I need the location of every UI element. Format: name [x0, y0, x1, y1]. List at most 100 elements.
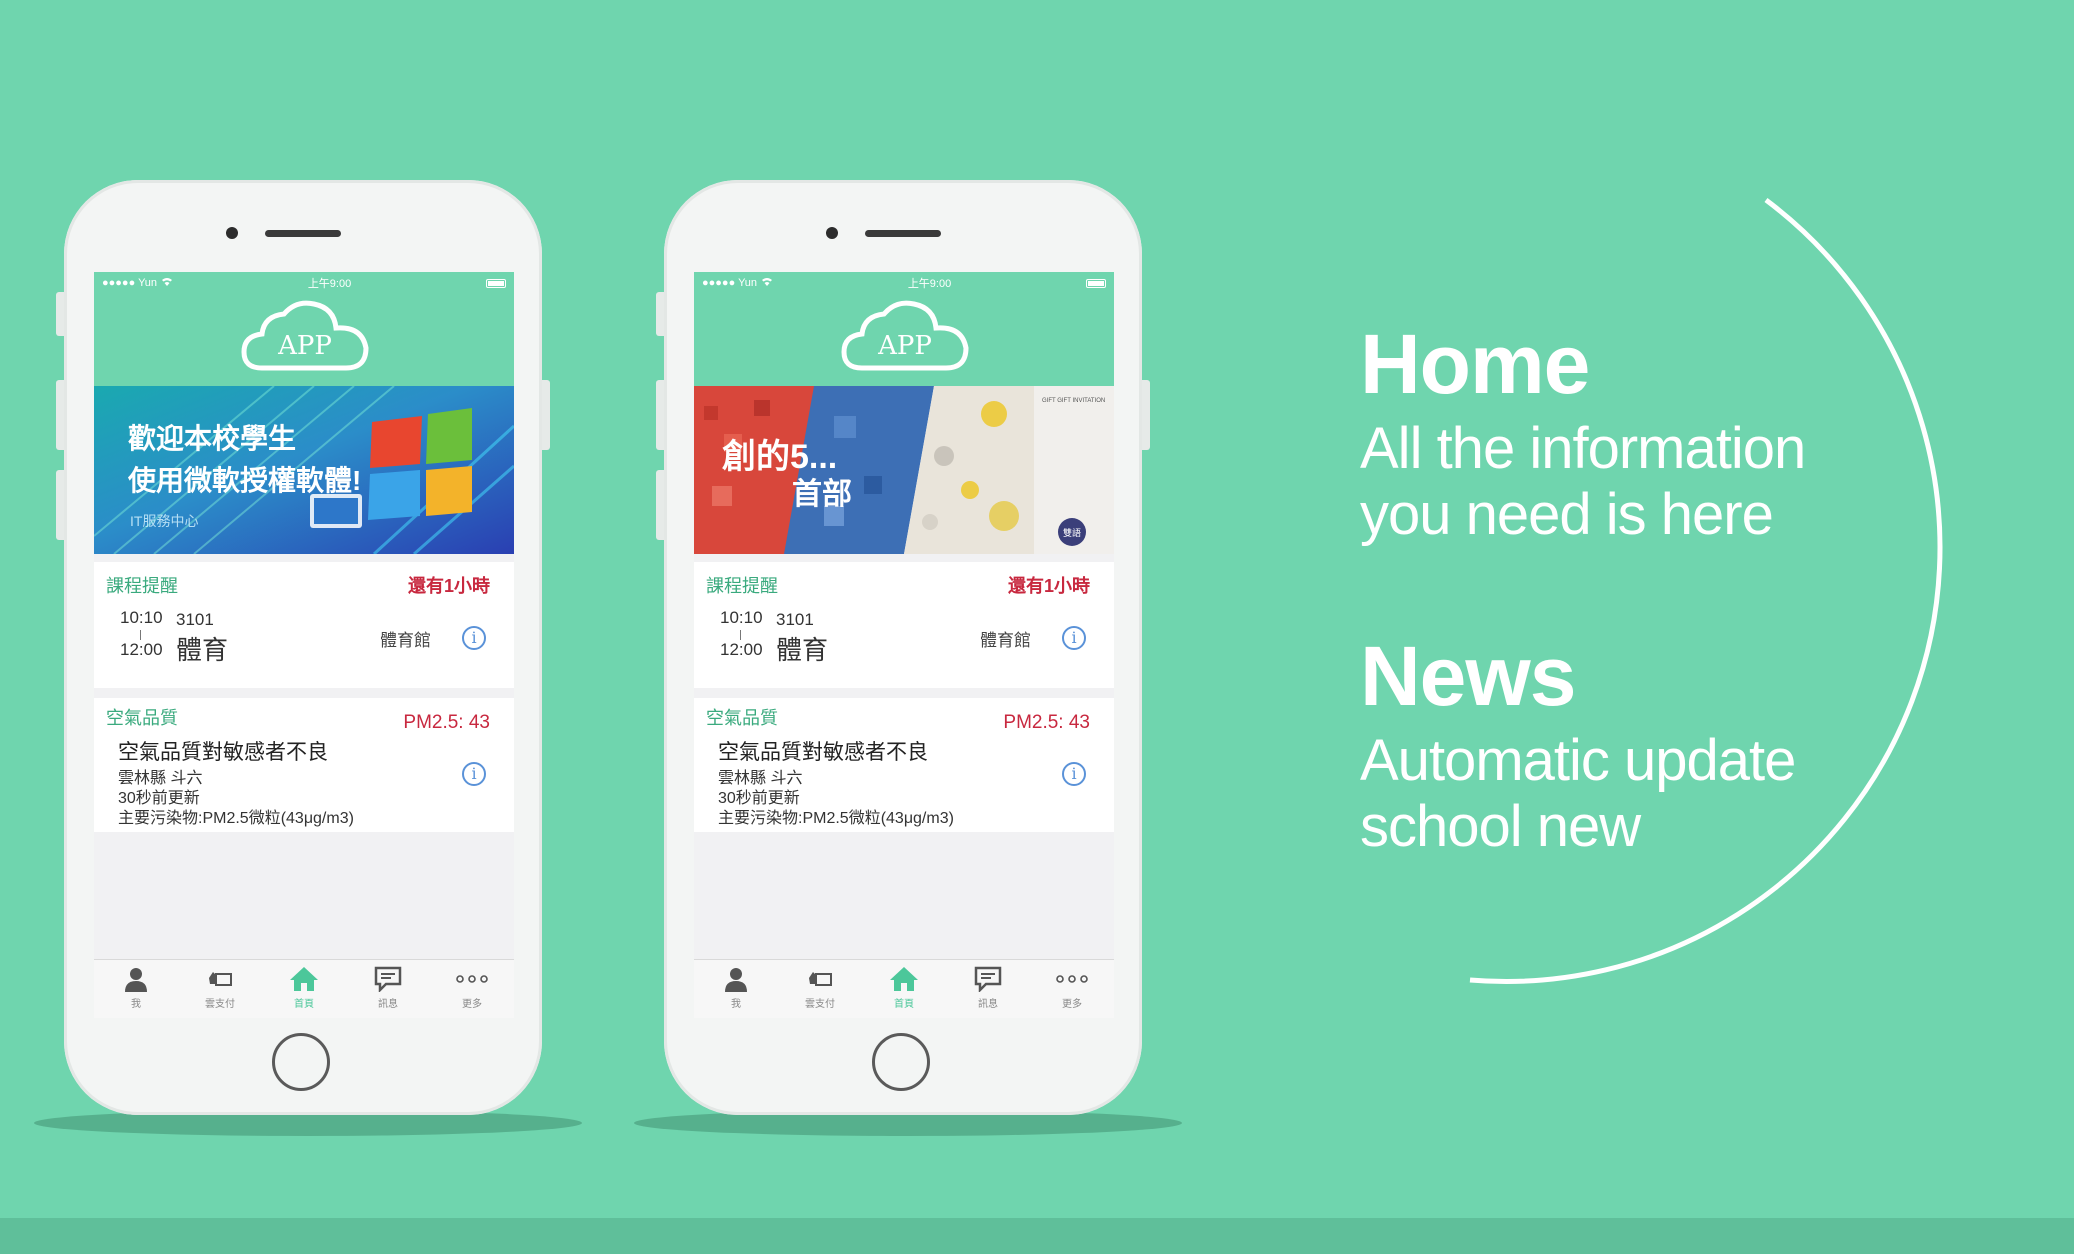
- tab-label: 我: [731, 999, 741, 1010]
- tab-label: 首頁: [294, 999, 314, 1010]
- tab-home[interactable]: 首頁: [874, 960, 934, 1010]
- message-icon: [974, 966, 1002, 992]
- tab-label: 訊息: [378, 999, 398, 1010]
- home-button[interactable]: [272, 1033, 330, 1091]
- banner-line-1: 歡迎本校學生: [128, 422, 296, 454]
- tab-me[interactable]: 我: [106, 960, 166, 1010]
- course-reminder-card[interactable]: 課程提醒 還有1小時 10:10 12:00 3101 體育 體育館 i: [694, 562, 1114, 688]
- cloud-logo-icon: APP: [241, 300, 369, 371]
- clock: 上午9:00: [907, 278, 952, 290]
- app-screen: ●●●●● Yun 上午9:00 APP: [694, 272, 1114, 1018]
- home-icon: [290, 967, 318, 991]
- news-line-2: school new: [1360, 794, 1641, 859]
- time-divider: [740, 630, 741, 640]
- bottom-tab-bar: 我 雲支付 首頁 訊息 更多: [94, 959, 514, 1018]
- clock: 上午9:00: [307, 278, 352, 290]
- course-start-time: 10:10: [720, 608, 763, 627]
- volume-down-button: [656, 470, 664, 540]
- info-icon[interactable]: i: [462, 762, 486, 786]
- bottom-strip: [0, 1218, 2074, 1254]
- tab-cloud-pay[interactable]: 雲支付: [190, 960, 250, 1010]
- banner-line-1: 創的5...: [722, 438, 837, 476]
- bottom-tab-bar: 我 雲支付 首頁 訊息 更多: [694, 959, 1114, 1018]
- course-reminder-card[interactable]: 課程提醒 還有1小時 10:10 12:00 3101 體育 體育館 i: [94, 562, 514, 688]
- tab-more[interactable]: 更多: [442, 960, 502, 1010]
- home-heading: Home: [1360, 317, 1590, 411]
- tab-label: 我: [131, 999, 141, 1010]
- volume-down-button: [56, 470, 64, 540]
- app-header: APP: [694, 294, 1114, 386]
- app-screen: ●●●●● Yun 上午9:00 APP: [94, 272, 514, 1018]
- air-quality-status: 空氣品質對敏感者不良: [118, 741, 328, 764]
- time-divider: [140, 630, 141, 640]
- logo-text: APP: [277, 331, 332, 361]
- tab-me[interactable]: 我: [706, 960, 766, 1010]
- tab-messages[interactable]: 訊息: [958, 960, 1018, 1010]
- tab-label: 更多: [462, 999, 482, 1010]
- battery-icon: [486, 278, 506, 288]
- course-name: 體育: [176, 635, 229, 665]
- volume-up-button: [56, 380, 64, 450]
- banner-line-3: IT服務中心: [130, 513, 198, 529]
- carrier-label: ●●●●● Yun: [702, 277, 758, 289]
- course-place: 體育館: [980, 631, 1031, 650]
- air-quality-card[interactable]: 空氣品質 PM2.5: 43 空氣品質對敏感者不良 雲林縣 斗六 30秒前更新 …: [94, 698, 514, 832]
- air-quality-pollutant: 主要污染物:PM2.5微粒(43μg/m3): [118, 810, 354, 827]
- course-card-title: 課程提醒: [706, 576, 778, 596]
- promo-banner[interactable]: 創的5... 首部 GIFT GIFT INVITATION 雙語: [694, 386, 1114, 554]
- status-bar: ●●●●● Yun 上午9:00: [694, 272, 1114, 294]
- volume-up-button: [656, 380, 664, 450]
- tab-label: 雲支付: [205, 999, 235, 1010]
- tab-messages[interactable]: 訊息: [358, 960, 418, 1010]
- home-button[interactable]: [872, 1033, 930, 1091]
- course-room: 3101: [776, 610, 814, 629]
- phone-mockup-1: ●●●●● Yun 上午9:00 APP 歡迎本校學生 使用微軟授權軟體! IT…: [56, 180, 550, 1115]
- news-line-1: Automatic update: [1360, 728, 1796, 793]
- mute-switch: [56, 292, 64, 336]
- course-end-time: 12:00: [120, 640, 163, 659]
- course-card-title: 課程提醒: [106, 576, 178, 596]
- tab-home[interactable]: 首頁: [274, 960, 334, 1010]
- course-room: 3101: [176, 610, 214, 629]
- more-icon: [456, 975, 488, 983]
- front-camera: [226, 227, 238, 239]
- home-line-1: All the information: [1360, 416, 1806, 481]
- news-heading: News: [1360, 629, 1576, 723]
- air-quality-status: 空氣品質對敏感者不良: [718, 741, 928, 764]
- air-quality-card[interactable]: 空氣品質 PM2.5: 43 空氣品質對敏感者不良 雲林縣 斗六 30秒前更新 …: [694, 698, 1114, 832]
- course-name: 體育: [776, 635, 829, 665]
- countdown-badge: 還有1小時: [407, 576, 490, 596]
- person-icon: [725, 968, 747, 992]
- person-icon: [125, 968, 147, 992]
- payment-icon: [209, 972, 232, 986]
- promo-banner[interactable]: 歡迎本校學生 使用微軟授權軟體! IT服務中心: [94, 386, 514, 554]
- banner-line-2: 使用微軟授權軟體!: [127, 465, 361, 496]
- wifi-icon: [161, 277, 173, 289]
- mute-switch: [656, 292, 664, 336]
- air-quality-pollutant: 主要污染物:PM2.5微粒(43μg/m3): [718, 810, 954, 827]
- tab-label: 首頁: [894, 999, 914, 1010]
- info-icon[interactable]: i: [462, 626, 486, 650]
- air-card-title: 空氣品質: [706, 708, 778, 728]
- front-camera: [826, 227, 838, 239]
- message-icon: [374, 966, 402, 992]
- earpiece-speaker: [865, 230, 941, 237]
- status-bar: ●●●●● Yun 上午9:00: [94, 272, 514, 294]
- home-icon: [890, 967, 918, 991]
- payment-icon: [809, 972, 832, 986]
- cloud-logo-icon: APP: [841, 300, 969, 371]
- air-card-title: 空氣品質: [106, 708, 178, 728]
- tab-label: 雲支付: [805, 999, 835, 1010]
- logo-text: APP: [877, 331, 932, 361]
- banner-line-2: 首部: [792, 477, 852, 511]
- wifi-icon: [761, 277, 773, 289]
- tab-cloud-pay[interactable]: 雲支付: [790, 960, 850, 1010]
- tab-label: 訊息: [978, 999, 998, 1010]
- course-start-time: 10:10: [120, 608, 163, 627]
- pm25-value: PM2.5: 43: [403, 712, 490, 733]
- course-place: 體育館: [380, 631, 431, 650]
- app-header: APP: [94, 294, 514, 386]
- earpiece-speaker: [265, 230, 341, 237]
- home-line-2: you need is here: [1360, 482, 1774, 547]
- power-button: [542, 380, 550, 450]
